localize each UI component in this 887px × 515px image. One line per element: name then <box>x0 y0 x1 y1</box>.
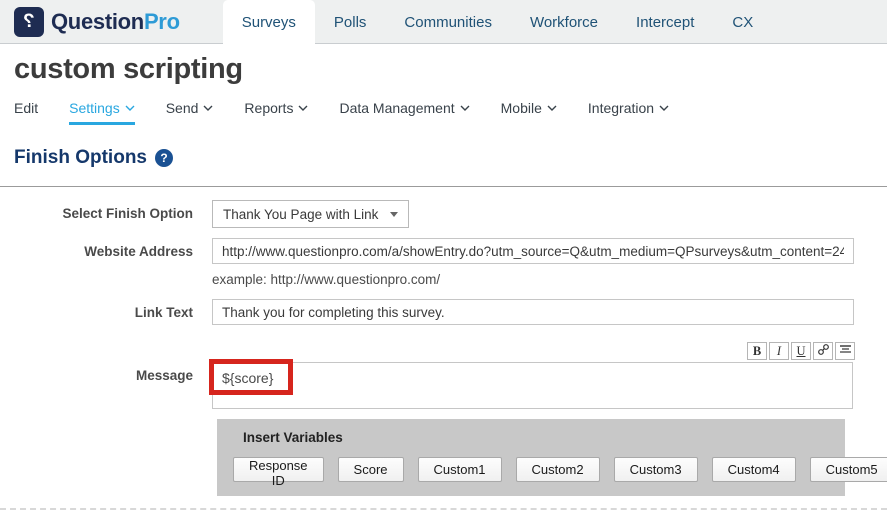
help-icon[interactable]: ? <box>155 149 173 167</box>
subnav-item-edit[interactable]: Edit <box>14 100 38 125</box>
subnav-item-data-management[interactable]: Data Management <box>339 100 469 125</box>
tab-workforce[interactable]: Workforce <box>511 0 617 45</box>
message-field-wrapper: ${score} <box>212 362 853 409</box>
website-address-label: Website Address <box>0 238 212 265</box>
form-bottom-divider <box>0 508 887 510</box>
tab-communities[interactable]: Communities <box>385 0 511 45</box>
chevron-down-icon <box>203 105 213 112</box>
chevron-down-icon <box>298 105 308 112</box>
chevron-down-icon <box>547 105 557 112</box>
brand-logo[interactable]: ? QuestionPro <box>14 7 180 37</box>
chevron-down-icon <box>460 105 470 112</box>
message-format-toolbar: B I U <box>0 342 855 360</box>
insert-variables-buttons: Response ID Score Custom1 Custom2 Custom… <box>233 457 845 482</box>
variable-button-score[interactable]: Score <box>338 457 404 482</box>
tab-polls[interactable]: Polls <box>315 0 386 45</box>
subnav-item-integration[interactable]: Integration <box>588 100 669 125</box>
message-label: Message <box>0 362 212 389</box>
align-center-icon <box>839 344 852 359</box>
insert-variables-title: Insert Variables <box>243 430 845 445</box>
subnav-item-mobile[interactable]: Mobile <box>501 100 557 125</box>
finish-option-value: Thank You Page with Link <box>223 207 390 222</box>
variable-button-response-id[interactable]: Response ID <box>233 457 324 482</box>
section-title: Finish Options <box>14 147 147 169</box>
tab-surveys[interactable]: Surveys <box>223 0 315 45</box>
dropdown-arrow-icon <box>390 212 398 217</box>
subnav-item-send[interactable]: Send <box>166 100 214 125</box>
underline-button[interactable]: U <box>791 342 811 360</box>
tab-cx[interactable]: CX <box>713 0 772 45</box>
subnav-item-reports[interactable]: Reports <box>244 100 308 125</box>
link-text-row: Link Text <box>0 299 887 326</box>
message-row: Message ${score} <box>0 362 887 409</box>
link-text-input[interactable] <box>212 299 854 325</box>
website-address-input[interactable] <box>212 238 854 264</box>
insert-variables-panel: Insert Variables Response ID Score Custo… <box>217 419 845 496</box>
logo-glyph: ? <box>23 12 35 31</box>
primary-tabs: Surveys Polls Communities Workforce Inte… <box>223 0 773 45</box>
chevron-down-icon <box>125 105 135 112</box>
section-header: Finish Options ? <box>14 147 887 169</box>
variable-button-custom2[interactable]: Custom2 <box>516 457 600 482</box>
chevron-down-icon <box>659 105 669 112</box>
link-button[interactable] <box>813 342 833 360</box>
message-textarea[interactable]: ${score} <box>212 362 853 409</box>
survey-subnav: Edit Settings Send Reports Data Manageme… <box>14 100 887 125</box>
link-text-label: Link Text <box>0 299 212 326</box>
align-center-button[interactable] <box>835 342 855 360</box>
finish-options-form: Select Finish Option Thank You Page with… <box>0 200 887 515</box>
variable-button-custom1[interactable]: Custom1 <box>418 457 502 482</box>
finish-option-row: Select Finish Option Thank You Page with… <box>0 200 887 228</box>
subnav-item-settings[interactable]: Settings <box>69 100 135 125</box>
link-icon <box>817 343 830 360</box>
finish-option-select[interactable]: Thank You Page with Link <box>212 200 409 228</box>
bold-button[interactable]: B <box>747 342 767 360</box>
tab-intercept[interactable]: Intercept <box>617 0 713 45</box>
questionpro-logo-icon: ? <box>14 7 44 37</box>
italic-button[interactable]: I <box>769 342 789 360</box>
variable-button-custom5[interactable]: Custom5 <box>810 457 887 482</box>
variable-button-custom3[interactable]: Custom3 <box>614 457 698 482</box>
variable-button-custom4[interactable]: Custom4 <box>712 457 796 482</box>
finish-option-label: Select Finish Option <box>0 200 212 227</box>
brand-name: QuestionPro <box>51 9 180 35</box>
website-address-example: example: http://www.questionpro.com/ <box>212 272 887 287</box>
top-navigation-bar: ? QuestionPro Surveys Polls Communities … <box>0 0 887 44</box>
website-address-row: Website Address <box>0 238 887 265</box>
section-divider <box>0 186 887 187</box>
page-title: custom scripting <box>14 53 887 86</box>
